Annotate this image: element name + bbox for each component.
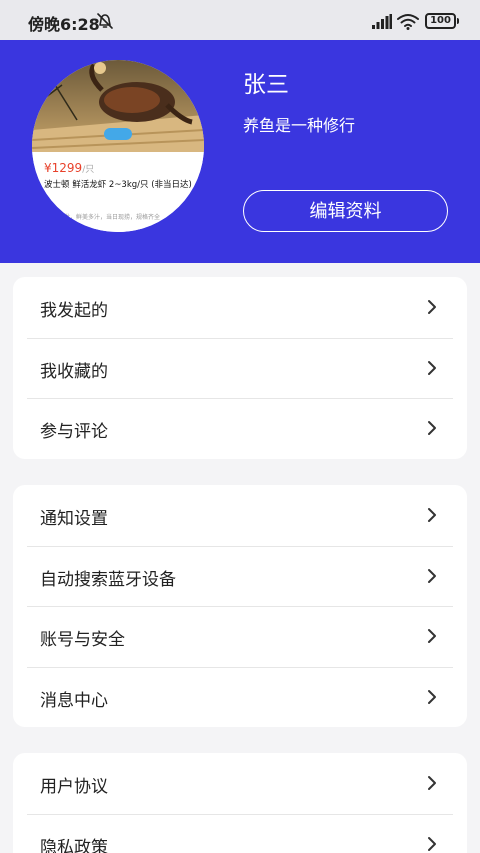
- user-bio: 养鱼是一种修行: [243, 116, 356, 135]
- menu-group: 我发起的 我收藏的 参与评论: [13, 277, 467, 459]
- chevron-right-icon: [428, 360, 436, 375]
- profile-header: 傍晚6:28 100 ¥1299/只 波士顿 鲜活龙虾 2~3kg/只 (非当日…: [0, 0, 480, 263]
- menu-item[interactable]: 隐私政策: [13, 813, 467, 853]
- menu-item[interactable]: 通知设置: [13, 485, 467, 546]
- avatar-title: 波士顿 鲜活龙虾 2~3kg/只 (非当日达): [44, 180, 192, 190]
- chevron-right-icon: [428, 508, 436, 522]
- avatar[interactable]: ¥1299/只 波士顿 鲜活龙虾 2~3kg/只 (非当日达) 产地直发，鲜美多…: [32, 60, 204, 232]
- menu-item[interactable]: 账号与安全: [13, 606, 467, 667]
- menu-item-label: 我发起的: [40, 301, 108, 321]
- menu-group: 用户协议 隐私政策: [13, 753, 467, 853]
- menu-item-label: 参与评论: [40, 422, 108, 442]
- battery-indicator: 100: [425, 13, 459, 29]
- menu-item[interactable]: 参与评论: [13, 398, 467, 459]
- chevron-right-icon: [428, 629, 436, 643]
- bell-off-icon: [97, 13, 113, 29]
- menu-item-label: 账号与安全: [40, 630, 125, 650]
- status-time: 傍晚6:28: [28, 15, 100, 34]
- menu-item[interactable]: 我发起的: [13, 277, 467, 338]
- chevron-right-icon: [428, 421, 436, 435]
- menu-item-label: 通知设置: [40, 509, 108, 529]
- menu-item[interactable]: 用户协议: [13, 753, 467, 814]
- avatar-tag: [104, 128, 132, 140]
- menu-group: 通知设置 自动搜索蓝牙设备 账号与安全 消息中心: [13, 485, 467, 727]
- chevron-right-icon: [428, 568, 436, 583]
- avatar-price: ¥1299/只: [44, 161, 95, 175]
- menu-item-label: 我收藏的: [40, 361, 108, 382]
- user-name: 张三: [243, 72, 289, 98]
- menu-item[interactable]: 消息中心: [13, 666, 467, 728]
- menu-item[interactable]: 我收藏的: [13, 337, 467, 399]
- chevron-right-icon: [428, 689, 436, 704]
- edit-profile-button[interactable]: 编辑资料: [243, 190, 448, 232]
- avatar-desc: 产地直发，鲜美多汁，当日现捞，规格齐全: [46, 214, 161, 221]
- status-bar: 傍晚6:28 100: [0, 0, 480, 40]
- chevron-right-icon: [428, 776, 436, 790]
- chevron-right-icon: [428, 300, 436, 314]
- chevron-right-icon: [428, 836, 436, 851]
- menu-item-label: 用户协议: [40, 777, 108, 797]
- signal-icon: [372, 14, 392, 29]
- menu-item-label: 自动搜索蓝牙设备: [40, 569, 176, 590]
- menu-item-label: 隐私政策: [40, 837, 108, 853]
- wifi-icon: [397, 14, 419, 30]
- menu-item-label: 消息中心: [40, 690, 108, 711]
- menu-item[interactable]: 自动搜索蓝牙设备: [13, 545, 467, 607]
